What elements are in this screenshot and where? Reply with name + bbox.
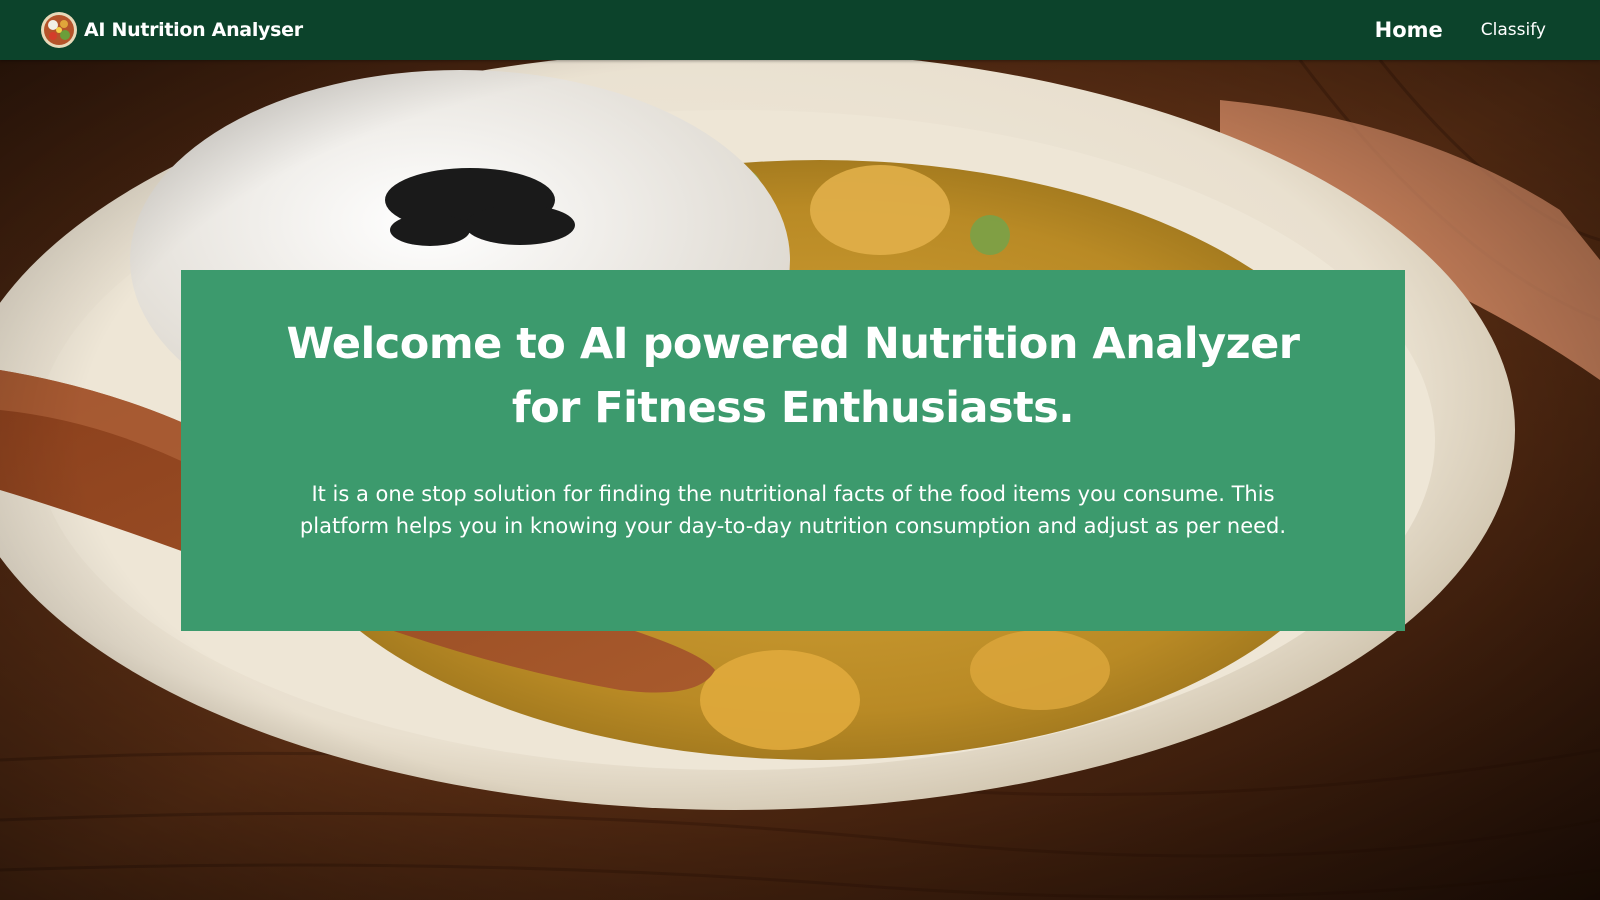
nav-home-link[interactable]: Home	[1375, 18, 1443, 42]
nav-classify-link[interactable]: Classify	[1481, 20, 1546, 40]
brand-link[interactable]: AI Nutrition Analyser	[40, 10, 303, 50]
food-bowl-icon	[41, 12, 77, 48]
welcome-card: Welcome to AI powered Nutrition Analyzer…	[181, 270, 1405, 631]
welcome-description: It is a one stop solution for finding th…	[299, 482, 1287, 538]
navbar: AI Nutrition Analyser Home Classify	[0, 0, 1600, 60]
brand-name: AI Nutrition Analyser	[84, 19, 303, 41]
nav-links: Home Classify	[1375, 0, 1546, 60]
welcome-title: Welcome to AI powered Nutrition Analyzer…	[286, 319, 1300, 433]
